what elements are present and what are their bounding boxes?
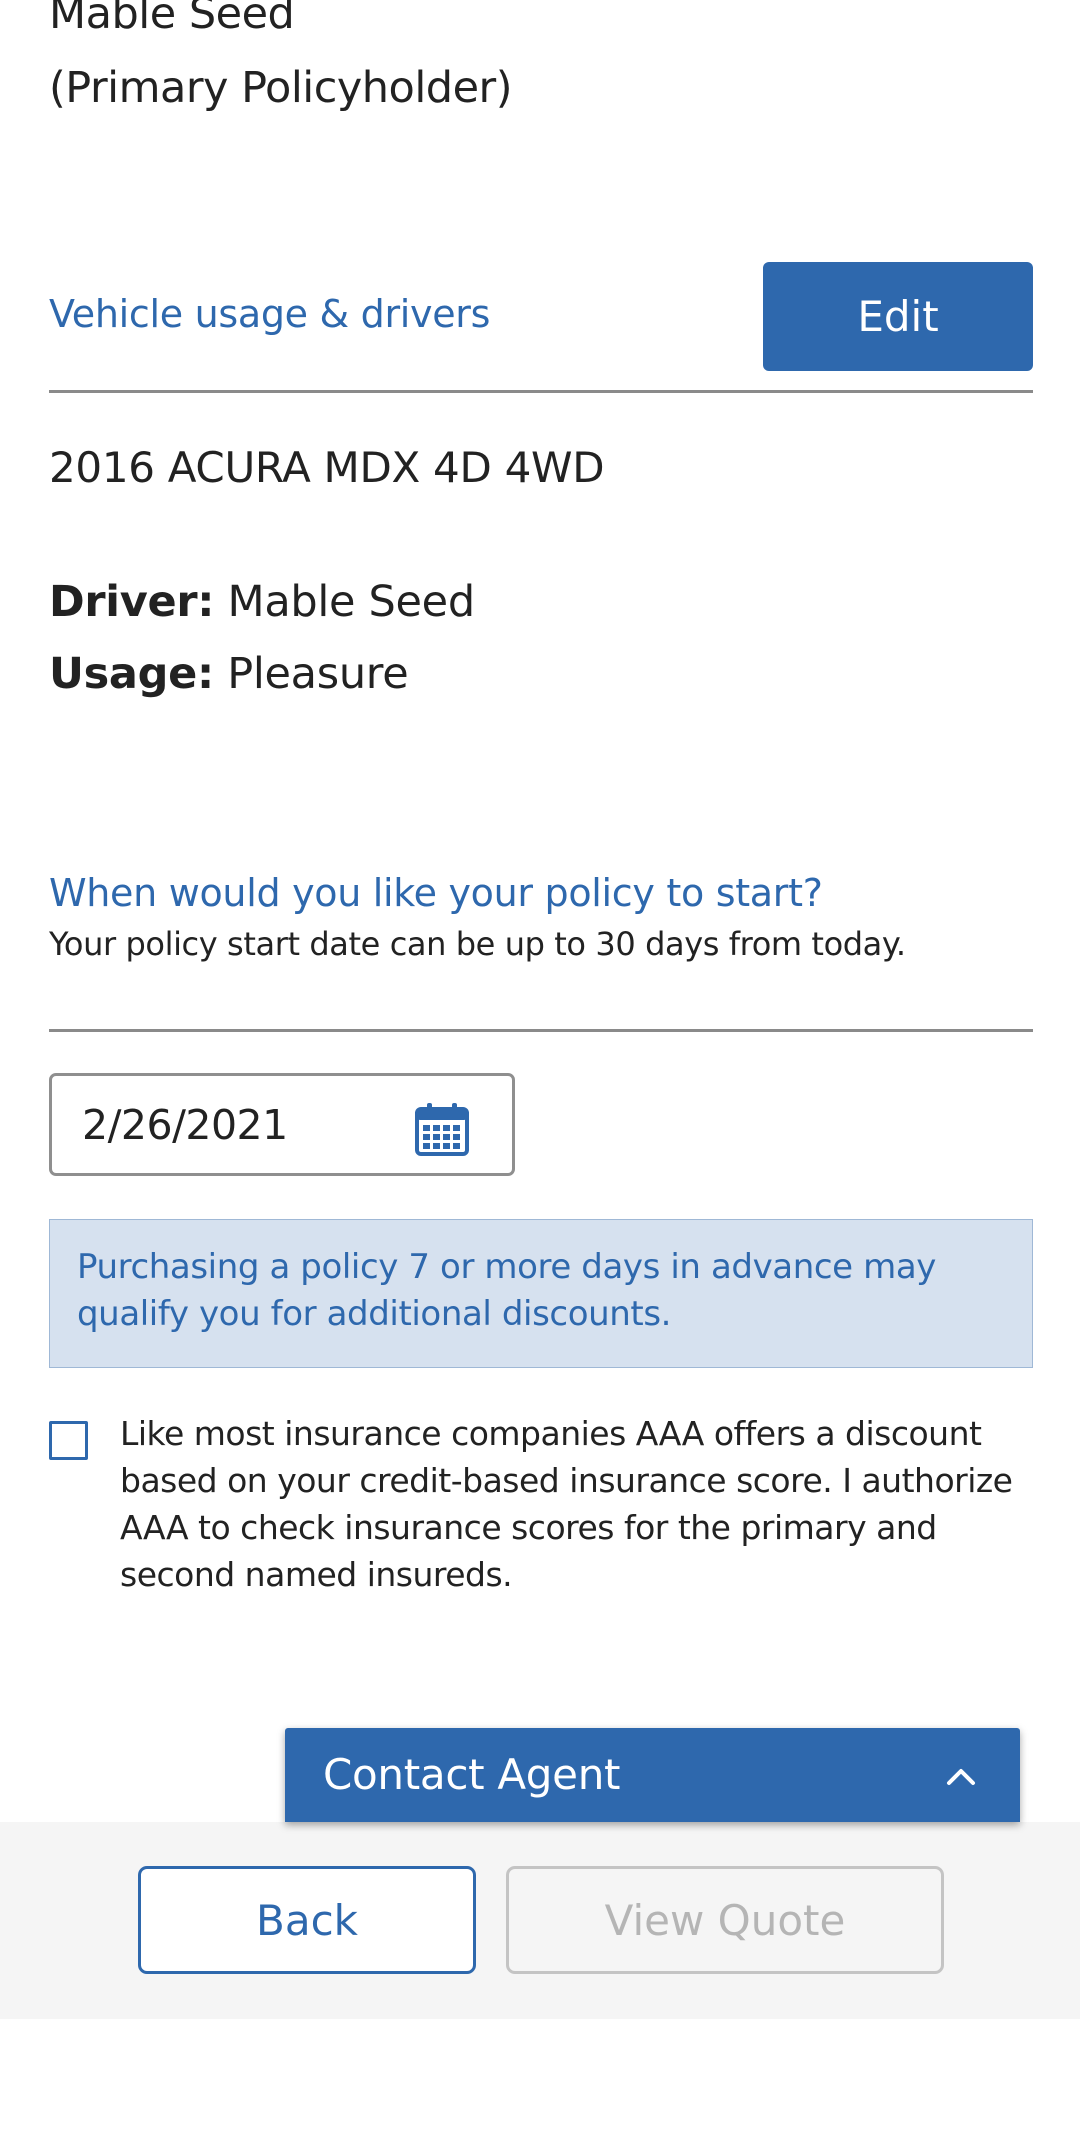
discount-notice: Purchasing a policy 7 or more days in ad…	[49, 1219, 1033, 1368]
credit-consent-text: Like most insurance companies AAA offers…	[120, 1414, 1013, 1594]
driver-row: Driver: Mable Seed	[49, 574, 475, 630]
vehicle-usage-title: Vehicle usage & drivers	[49, 292, 491, 336]
credit-consent-checkbox[interactable]	[49, 1421, 88, 1460]
view-quote-button[interactable]: View Quote	[506, 1866, 944, 1974]
start-date-input[interactable]	[82, 1076, 412, 1173]
contact-agent-tab[interactable]: Contact Agent	[285, 1728, 1020, 1822]
chevron-up-icon	[947, 1769, 975, 1785]
usage-label: Usage:	[49, 649, 214, 699]
start-date-helper: Your policy start date can be up to 30 d…	[49, 925, 906, 963]
back-button[interactable]: Back	[138, 1866, 476, 1974]
start-date-field[interactable]	[49, 1073, 515, 1176]
section-divider	[49, 390, 1033, 393]
policyholder-name: Mable Seed	[49, 0, 295, 39]
edit-button[interactable]: Edit	[763, 262, 1033, 371]
usage-row: Usage: Pleasure	[49, 646, 409, 702]
usage-value: Pleasure	[227, 649, 409, 699]
vehicle-name: 2016 ACURA MDX 4D 4WD	[49, 443, 605, 492]
policyholder-role: (Primary Policyholder)	[49, 63, 513, 113]
contact-agent-label: Contact Agent	[323, 1750, 621, 1799]
start-date-question: When would you like your policy to start…	[49, 871, 823, 915]
driver-value: Mable Seed	[227, 577, 476, 627]
calendar-icon[interactable]	[414, 1101, 470, 1157]
driver-label: Driver:	[49, 577, 215, 627]
start-date-divider	[49, 1029, 1033, 1032]
